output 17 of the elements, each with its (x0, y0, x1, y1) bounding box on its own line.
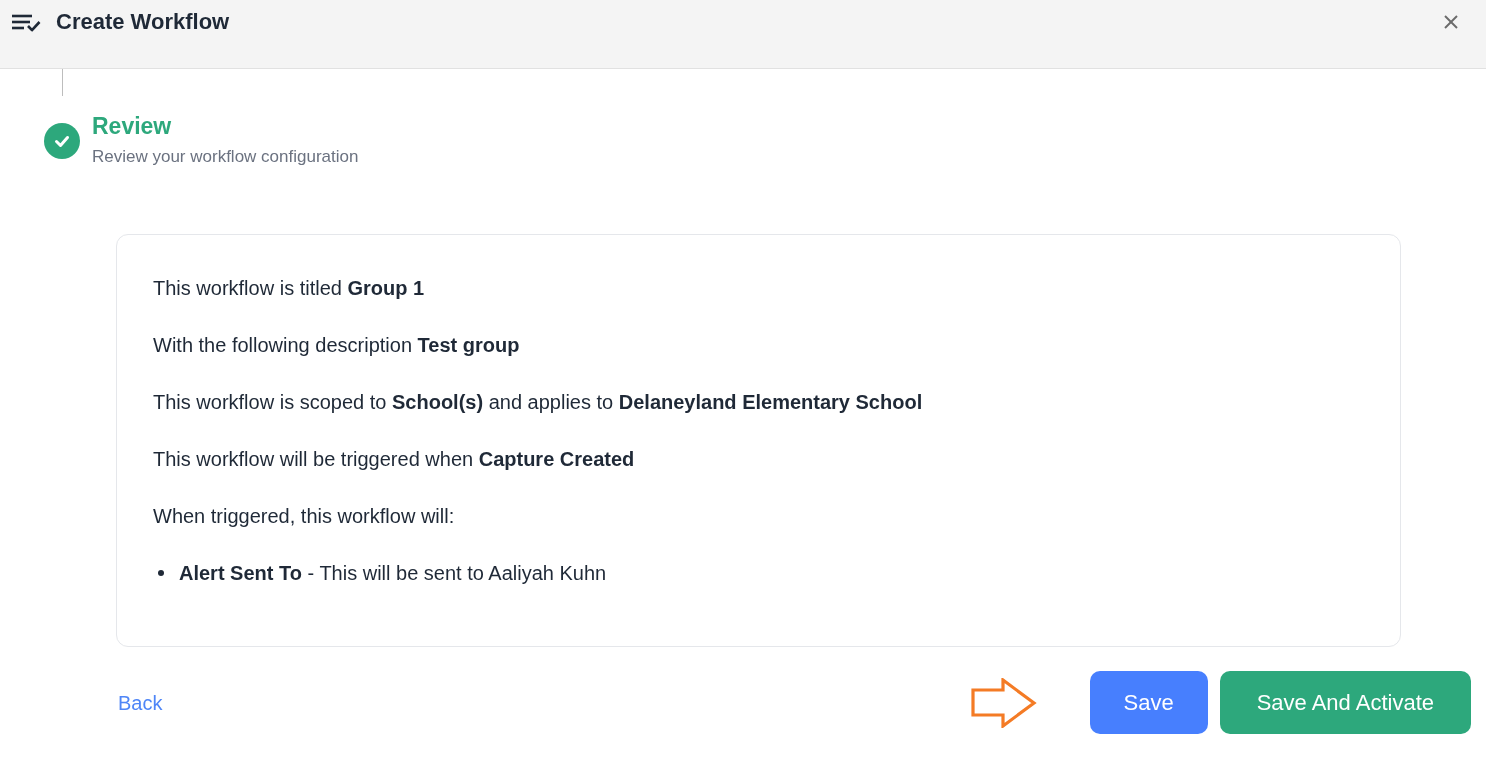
step-connector (62, 69, 63, 96)
summary-line: This workflow will be triggered when Capture Created (153, 447, 635, 472)
summary-line: With the following description Test group (153, 333, 520, 358)
summary-line: This workflow is scoped to School(s) and applies to Delaneyland Elementary School (153, 390, 923, 415)
dialog-title: Create Workflow (56, 8, 230, 36)
step-title: Review (92, 112, 172, 140)
step-subtitle: Review your workflow configuration (92, 146, 359, 168)
save-button[interactable]: Save (1089, 671, 1208, 734)
close-icon[interactable] (1444, 15, 1458, 29)
summary-line: This workflow is titled Group 1 (153, 276, 425, 301)
save-and-activate-button[interactable]: Save And Activate (1219, 671, 1471, 734)
back-link[interactable]: Back (118, 690, 163, 715)
right-arrow-icon (970, 677, 1037, 728)
action-item: Alert Sent To - This will be sent to Aaliyah Kuhn (179, 561, 607, 586)
list-check-icon (12, 14, 41, 32)
bullet-icon (158, 570, 164, 576)
summary-line: When triggered, this workflow will: (153, 504, 455, 529)
